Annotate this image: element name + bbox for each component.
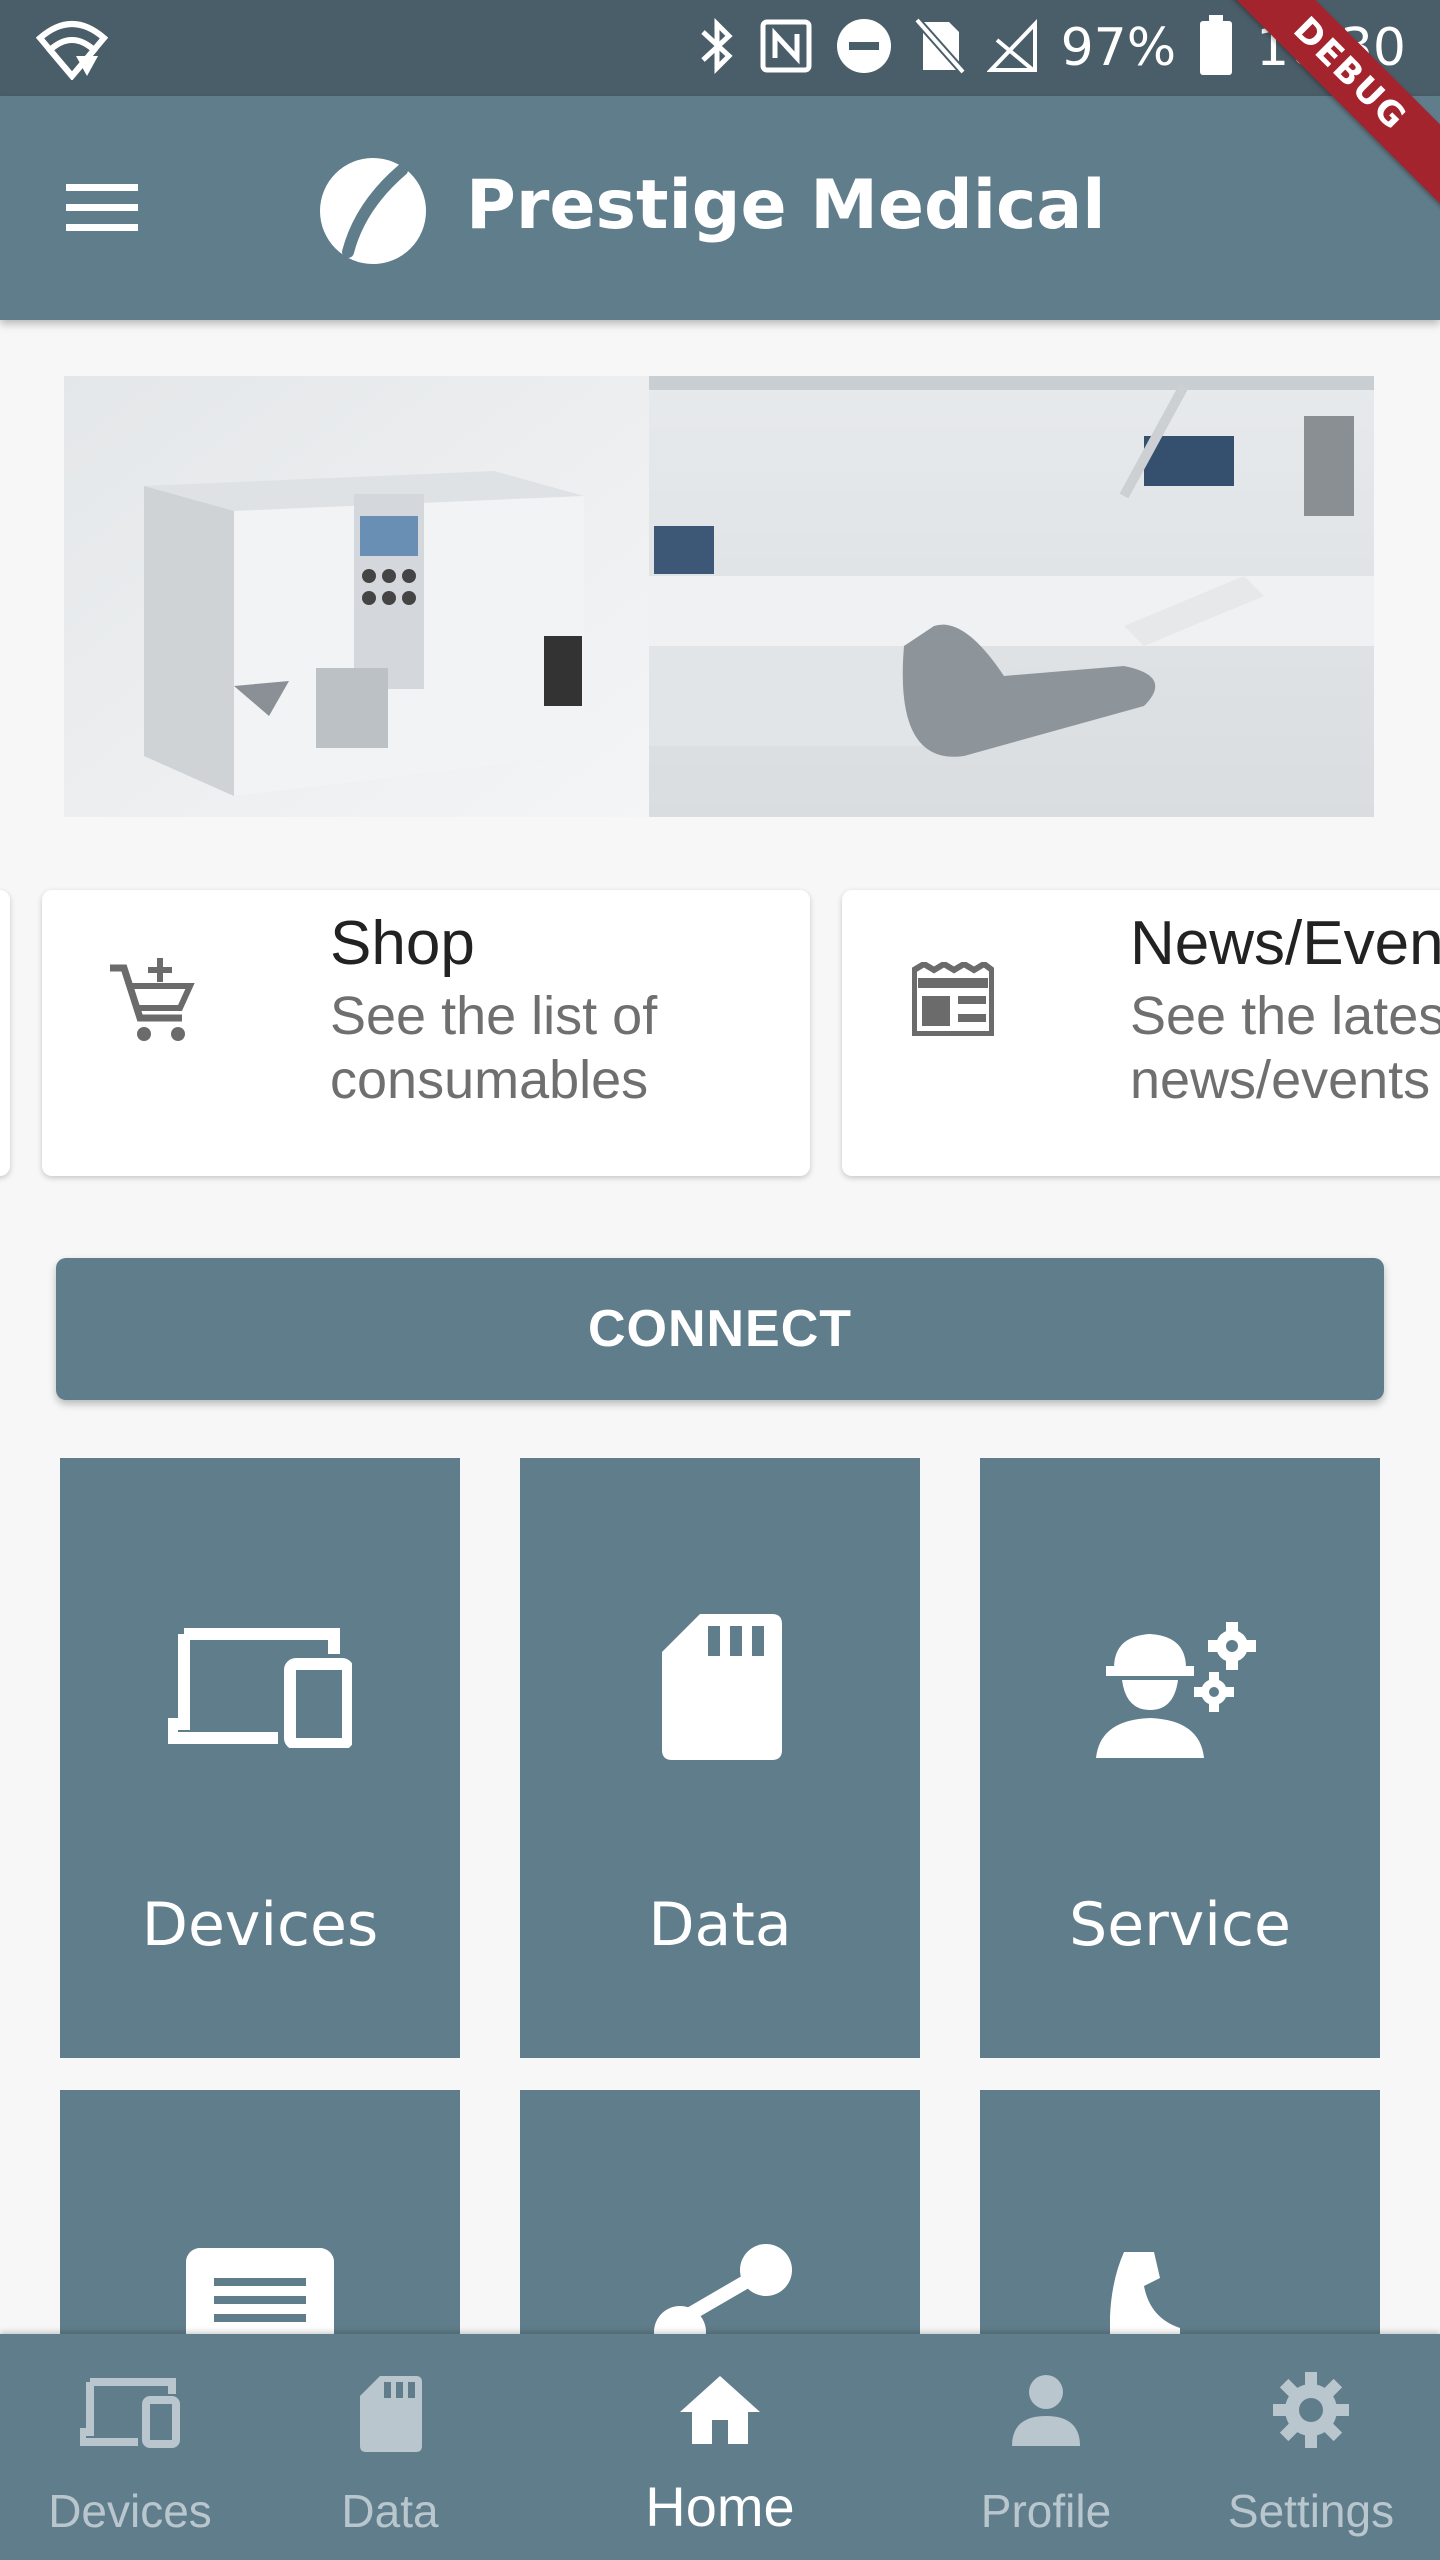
document-icon bbox=[184, 2246, 336, 2334]
signal-off-icon bbox=[985, 18, 1039, 79]
gear-icon bbox=[1273, 2372, 1349, 2453]
nav-profile[interactable]: Profile bbox=[946, 2334, 1146, 2560]
hero-banner-image bbox=[64, 376, 1374, 817]
hamburger-icon bbox=[66, 184, 138, 231]
wifi-alert-icon bbox=[35, 16, 109, 85]
nav-profile-label: Profile bbox=[980, 2485, 1112, 2537]
nav-data-label: Data bbox=[341, 2485, 439, 2537]
add-shopping-cart-icon bbox=[106, 956, 198, 1053]
nav-settings[interactable]: Settings bbox=[1206, 2334, 1416, 2560]
nav-data[interactable]: Data bbox=[290, 2334, 490, 2560]
devices-icon bbox=[166, 1624, 354, 1753]
bluetooth-icon bbox=[697, 16, 737, 81]
shop-card-subtitle-line2: consumables bbox=[330, 1050, 649, 1110]
do-not-disturb-icon bbox=[835, 17, 893, 80]
news-card-subtitle-line1: See the latest bbox=[1130, 986, 1440, 1046]
sd-card-icon bbox=[660, 1612, 784, 1767]
shop-card[interactable]: Shop See the list of consumables bbox=[42, 890, 810, 1176]
phone-icon bbox=[1109, 2248, 1190, 2334]
shop-card-subtitle-line1: See the list of bbox=[330, 986, 658, 1046]
nav-home-label: Home bbox=[645, 2475, 795, 2538]
brand-logo bbox=[318, 156, 428, 266]
news-card-title: News/Events bbox=[1130, 909, 1440, 978]
shop-card-title: Shop bbox=[330, 909, 475, 978]
document-tile[interactable] bbox=[60, 2090, 460, 2334]
app-bar: Prestige Medical bbox=[0, 96, 1440, 320]
nfc-icon bbox=[759, 18, 813, 79]
service-tile-label: Service bbox=[1069, 1890, 1291, 1960]
data-tile-label: Data bbox=[648, 1890, 792, 1960]
battery-percent: 97% bbox=[1060, 18, 1177, 78]
status-bar: 97% 16:30 bbox=[0, 0, 1440, 96]
data-tile[interactable]: Data bbox=[520, 1458, 920, 2058]
contact-tile[interactable] bbox=[980, 2090, 1380, 2334]
nav-settings-label: Settings bbox=[1227, 2485, 1395, 2537]
nav-devices[interactable]: Devices bbox=[30, 2334, 230, 2560]
engineer-gears-icon bbox=[1096, 1620, 1266, 1765]
battery-icon bbox=[1198, 14, 1234, 82]
app-title: Prestige Medical bbox=[466, 166, 1106, 245]
person-icon bbox=[1010, 2374, 1082, 2451]
share-icon bbox=[650, 2240, 800, 2334]
devices-icon bbox=[78, 2376, 180, 2453]
nav-devices-label: Devices bbox=[48, 2485, 212, 2537]
menu-button[interactable] bbox=[64, 168, 144, 248]
news-events-card[interactable]: News/Events See the latest news/events bbox=[842, 890, 1440, 1176]
feature-card-carousel[interactable]: Shop See the list of consumables News/Ev… bbox=[0, 890, 1440, 1180]
devices-tile-label: Devices bbox=[141, 1890, 379, 1960]
share-tile[interactable] bbox=[520, 2090, 920, 2334]
connect-button[interactable]: CONNECT bbox=[56, 1258, 1384, 1400]
devices-tile[interactable]: Devices bbox=[60, 1458, 460, 2058]
sd-card-icon bbox=[358, 2374, 424, 2459]
news-card-subtitle-line2: news/events bbox=[1130, 1050, 1431, 1110]
news-feed-icon bbox=[911, 960, 995, 1041]
service-tile[interactable]: Service bbox=[980, 1458, 1380, 2058]
previous-card-edge bbox=[0, 890, 10, 1176]
no-sim-icon bbox=[913, 16, 966, 81]
bottom-navigation: Devices Data Home Profile Settings bbox=[0, 2334, 1440, 2560]
home-icon bbox=[678, 2374, 762, 2451]
nav-home[interactable]: Home bbox=[620, 2334, 820, 2560]
